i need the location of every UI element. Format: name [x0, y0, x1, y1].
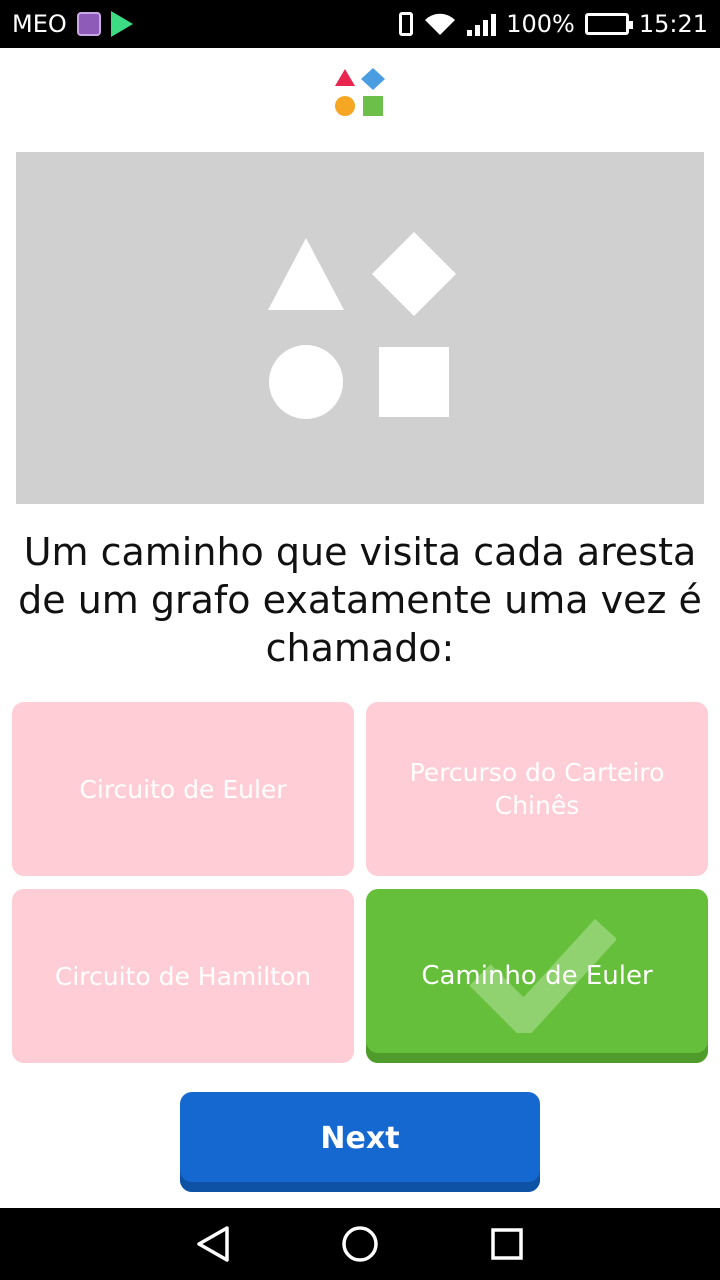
status-right: 100% 15:21 — [399, 10, 708, 38]
recents-button[interactable] — [487, 1224, 527, 1264]
answer-label: Circuito de Hamilton — [54, 961, 312, 991]
gallery-icon — [76, 12, 101, 36]
recents-icon — [490, 1228, 523, 1260]
answer-label: Caminho de Euler — [421, 960, 653, 991]
status-left: MEO — [12, 10, 133, 38]
battery-icon — [584, 13, 633, 35]
next-button[interactable]: Next — [180, 1092, 540, 1192]
back-icon — [197, 1226, 230, 1262]
answer-option-2[interactable]: Percurso do Carteiro Chinês — [366, 702, 708, 876]
navigation-bar — [0, 1208, 720, 1280]
answer-option-4-correct[interactable]: Caminho de Euler — [366, 889, 708, 1063]
answer-label: Percurso do Carteiro Chinês — [409, 758, 665, 820]
signal-icon — [467, 12, 497, 36]
clock: 15:21 — [638, 10, 708, 38]
carrier-name: MEO — [12, 10, 67, 38]
back-button[interactable] — [193, 1224, 233, 1264]
question-text: Um caminho que visita cada aresta de um … — [18, 530, 702, 670]
battery-percent: 100% — [506, 10, 575, 38]
status-bar: MEO 100% 15:21 — [0, 0, 720, 48]
home-button[interactable] — [340, 1224, 380, 1264]
home-icon — [342, 1226, 378, 1262]
question-image — [16, 152, 704, 504]
placeholder-shapes-icon — [268, 232, 456, 419]
shapes-logo-icon — [335, 68, 385, 116]
answer-option-3[interactable]: Circuito de Hamilton — [12, 889, 354, 1063]
wifi-icon — [425, 13, 456, 35]
answer-option-1[interactable]: Circuito de Euler — [12, 702, 354, 876]
answer-label: Circuito de Euler — [79, 774, 287, 804]
play-store-icon — [110, 11, 133, 37]
vibrate-icon — [399, 12, 414, 36]
